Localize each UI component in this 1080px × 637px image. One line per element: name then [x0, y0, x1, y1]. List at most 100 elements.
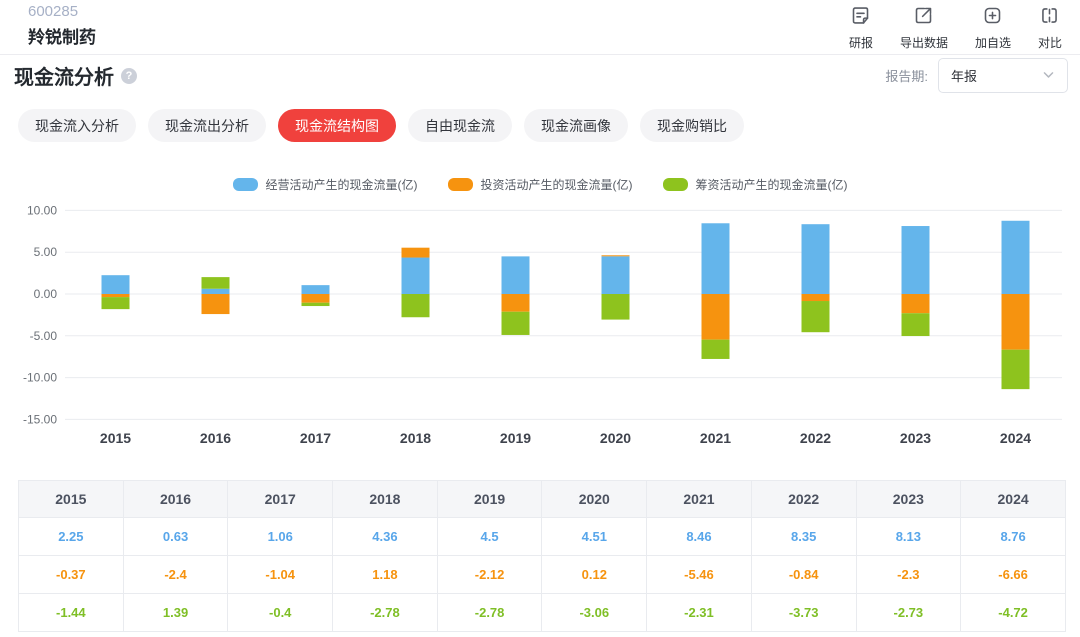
report-period-value: 年报: [951, 69, 978, 84]
y-axis-tick: -15.00: [23, 412, 57, 426]
legend-label: 筹资活动产生的现金流量(亿): [695, 178, 848, 192]
action-label: 研报: [848, 36, 873, 50]
cashflow-analysis-page: 600285 羚锐制药 研报 导出数据 加自选 对比 现金流分析 ? 报告期: …: [0, 0, 1080, 637]
bar-segment[interactable]: [501, 256, 530, 294]
bar-segment[interactable]: [201, 288, 230, 294]
bar-segment[interactable]: [701, 339, 730, 359]
analysis-tabs: 现金流入分析 现金流出分析 现金流结构图 自由现金流 现金流画像 现金购销比: [18, 109, 744, 142]
table-cell: -2.31: [646, 593, 752, 632]
tab-cash-purchase-sale-ratio[interactable]: 现金购销比: [640, 109, 744, 142]
stock-code: 600285: [28, 3, 79, 20]
x-axis-label: 2015: [100, 430, 131, 446]
tab-cash-outflow[interactable]: 现金流出分析: [148, 109, 266, 142]
y-axis-tick: -10.00: [23, 371, 57, 385]
bar-segment[interactable]: [401, 294, 430, 318]
table-cell: -5.46: [646, 555, 752, 594]
bar-segment[interactable]: [1001, 349, 1030, 390]
table-cell: -0.84: [750, 555, 857, 594]
page-title-text: 现金流分析: [14, 67, 114, 89]
legend-item-operating[interactable]: 经营活动产生的现金流量(亿): [232, 176, 418, 193]
bar-segment[interactable]: [101, 294, 130, 298]
legend-swatch-financing: [662, 178, 688, 191]
bar-segment[interactable]: [801, 224, 830, 294]
research-report-button[interactable]: 研报: [849, 5, 873, 51]
x-axis-label: 2018: [400, 430, 431, 446]
bar-segment[interactable]: [101, 275, 130, 294]
bar-segment[interactable]: [601, 256, 630, 294]
bar-segment[interactable]: [801, 301, 830, 333]
bar-segment[interactable]: [301, 294, 330, 303]
x-axis-label: 2023: [900, 430, 931, 446]
table-cell: 8.13: [855, 517, 962, 556]
table-cell: 1.39: [122, 593, 229, 632]
x-axis-label: 2019: [500, 430, 531, 446]
table-cell: -0.37: [18, 555, 124, 594]
tab-cashflow-profile[interactable]: 现金流画像: [524, 109, 628, 142]
bar-segment[interactable]: [301, 302, 330, 307]
bar-segment[interactable]: [401, 257, 430, 294]
bar-segment[interactable]: [301, 285, 330, 294]
table-cell: -2.78: [436, 593, 543, 632]
legend-item-financing[interactable]: 筹资活动产生的现金流量(亿): [662, 176, 848, 193]
legend-label: 经营活动产生的现金流量(亿): [265, 178, 418, 192]
x-axis-label: 2017: [300, 430, 331, 446]
legend-label: 投资活动产生的现金流量(亿): [480, 178, 633, 192]
bar-segment[interactable]: [101, 297, 130, 310]
table-cell: 8.76: [960, 517, 1066, 556]
bar-segment[interactable]: [801, 294, 830, 302]
table-cell: -0.4: [227, 593, 334, 632]
bar-segment[interactable]: [701, 223, 730, 294]
bar-segment[interactable]: [601, 294, 630, 320]
report-icon: [850, 5, 871, 31]
add-watchlist-button[interactable]: 加自选: [975, 5, 1011, 51]
table-cell: -2.4: [122, 555, 229, 594]
table-cell: -4.72: [960, 593, 1066, 632]
compare-button[interactable]: 对比: [1038, 5, 1062, 51]
legend-item-investing[interactable]: 投资活动产生的现金流量(亿): [447, 176, 633, 193]
year-header: 2018: [332, 480, 438, 518]
year-header: 2022: [750, 480, 857, 518]
table-cell: 0.63: [122, 517, 229, 556]
export-data-button[interactable]: 导出数据: [900, 5, 948, 51]
bar-segment[interactable]: [201, 294, 230, 315]
tab-cash-inflow[interactable]: 现金流入分析: [18, 109, 136, 142]
bar-segment[interactable]: [201, 277, 230, 289]
bar-segment[interactable]: [901, 226, 930, 294]
top-action-bar: 研报 导出数据 加自选 对比: [849, 5, 1062, 51]
action-label: 导出数据: [899, 36, 948, 50]
help-icon[interactable]: ?: [121, 67, 137, 84]
report-period-control: 报告期: 年报: [885, 58, 1068, 93]
bar-segment[interactable]: [601, 255, 630, 257]
bar-segment[interactable]: [401, 247, 430, 258]
bar-segment[interactable]: [501, 311, 530, 335]
table-row: -1.44 1.39 -0.4 -2.78 -2.78 -3.06 -2.31 -3.73 -2…: [18, 593, 1066, 632]
data-table-wrap: 2015 2016 2017 2018 2019 2020 2021 2022 2023 2024…: [18, 480, 1066, 632]
stock-name: 羚锐制药: [28, 28, 96, 47]
report-period-label: 报告期:: [885, 69, 928, 84]
x-axis-label: 2021: [700, 430, 731, 446]
report-period-select[interactable]: 年报: [938, 58, 1068, 93]
action-label: 加自选: [974, 36, 1011, 50]
bar-segment[interactable]: [901, 294, 930, 314]
table-cell: 4.36: [332, 517, 438, 556]
bar-segment[interactable]: [901, 313, 930, 337]
x-axis-label: 2016: [200, 430, 231, 446]
header-divider: [0, 54, 1080, 55]
bar-segment[interactable]: [1001, 220, 1030, 294]
table-cell: -2.12: [436, 555, 543, 594]
year-header: 2017: [227, 480, 334, 518]
legend-swatch-investing: [447, 178, 473, 191]
year-header: 2020: [541, 480, 648, 518]
bar-segment[interactable]: [501, 294, 530, 312]
table-cell: 1.18: [332, 555, 438, 594]
tab-free-cashflow[interactable]: 自由现金流: [408, 109, 512, 142]
bar-segment[interactable]: [1001, 294, 1030, 350]
tab-cashflow-structure[interactable]: 现金流结构图: [278, 109, 396, 142]
year-header: 2015: [18, 480, 124, 518]
chart-legend: 经营活动产生的现金流量(亿) 投资活动产生的现金流量(亿) 筹资活动产生的现金流…: [0, 176, 1080, 193]
table-cell: -6.66: [960, 555, 1066, 594]
year-header: 2016: [122, 480, 229, 518]
bar-segment[interactable]: [701, 294, 730, 340]
table-cell: 1.06: [227, 517, 334, 556]
table-cell: -2.3: [855, 555, 962, 594]
